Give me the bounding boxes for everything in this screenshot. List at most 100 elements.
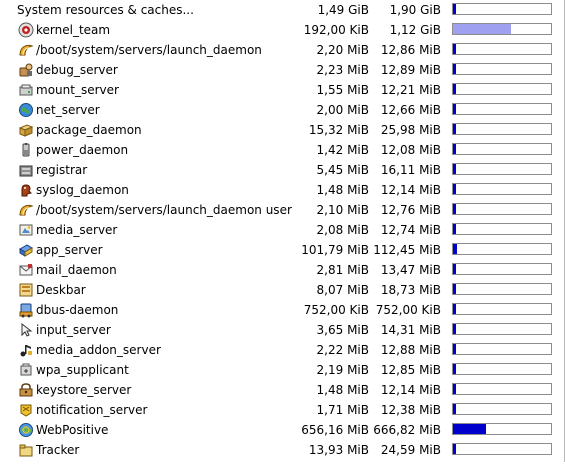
process-used-memory: 2,08 MiB xyxy=(316,223,369,237)
process-name: dbus-daemon xyxy=(36,303,119,317)
system-used-memory: 1,49 GiB xyxy=(317,3,369,17)
process-usage-bar xyxy=(452,83,552,95)
process-total-memory: 12,38 MiB xyxy=(380,403,441,417)
process-usage-bar-fill xyxy=(453,84,456,94)
process-usage-bar xyxy=(452,243,552,255)
process-usage-bar-fill xyxy=(453,284,456,294)
process-total-memory: 12,08 MiB xyxy=(380,143,441,157)
process-row[interactable]: registrar 5,45 MiB 16,11 MiB xyxy=(0,160,562,180)
process-used-memory: 1,71 MiB xyxy=(316,403,369,417)
process-name: registrar xyxy=(36,163,88,177)
process-total-memory: 18,73 MiB xyxy=(380,283,441,297)
process-name: /boot/system/servers/launch_daemon user xyxy=(36,203,292,217)
process-row[interactable]: mount_server 1,55 MiB 12,21 MiB xyxy=(0,80,562,100)
process-usage-bar-fill xyxy=(453,164,456,174)
app-server-icon xyxy=(18,242,34,258)
process-used-memory: 2,00 MiB xyxy=(316,103,369,117)
process-usage-bar xyxy=(452,163,552,175)
package-daemon-icon xyxy=(18,122,34,138)
registrar-icon xyxy=(18,162,34,178)
process-row[interactable]: package_daemon 15,32 MiB 25,98 MiB xyxy=(0,120,562,140)
notification-server-icon xyxy=(18,402,34,418)
process-total-memory: 24,59 MiB xyxy=(380,443,441,457)
process-row[interactable]: Tracker 13,93 MiB 24,59 MiB xyxy=(0,440,562,460)
wpa-supplicant-icon xyxy=(18,362,34,378)
process-usage-bar xyxy=(452,403,552,415)
process-usage-bar-fill xyxy=(453,444,456,454)
system-usage-bar-fill xyxy=(453,4,456,14)
process-used-memory: 101,79 MiB xyxy=(301,243,369,257)
kernel-icon xyxy=(18,22,34,38)
process-row[interactable]: media_server 2,08 MiB 12,74 MiB xyxy=(0,220,562,240)
process-used-memory: 2,23 MiB xyxy=(316,63,369,77)
process-row[interactable]: /boot/system/servers/launch_daemon user 2… xyxy=(0,200,562,220)
process-name: debug_server xyxy=(36,63,118,77)
process-name: media_server xyxy=(36,223,118,237)
system-resources-row[interactable]: System resources & caches... 1,49 GiB 1,… xyxy=(0,0,562,20)
webpositive-icon xyxy=(18,422,34,438)
process-row[interactable]: mail_daemon 2,81 MiB 13,47 MiB xyxy=(0,260,562,280)
process-usage-bar-fill xyxy=(453,144,456,154)
process-total-memory: 1,12 GiB xyxy=(389,23,441,37)
system-resources-label: System resources & caches... xyxy=(17,3,194,17)
process-usage-bar-fill xyxy=(453,404,456,414)
process-usage-bar-fill xyxy=(453,384,456,394)
process-row[interactable]: net_server 2,00 MiB 12,66 MiB xyxy=(0,100,562,120)
process-total-memory: 13,47 MiB xyxy=(380,263,441,277)
process-row[interactable]: media_addon_server 2,22 MiB 12,88 MiB xyxy=(0,340,562,360)
process-usage-bar xyxy=(452,223,552,235)
process-usage-bar xyxy=(452,423,552,435)
process-row[interactable]: kernel_team 192,00 KiB 1,12 GiB xyxy=(0,20,562,40)
launch-daemon-user-icon xyxy=(18,202,34,218)
process-total-memory: 12,21 MiB xyxy=(380,83,441,97)
system-total-memory: 1,90 GiB xyxy=(389,3,441,17)
process-row[interactable]: debug_server 2,23 MiB 12,89 MiB xyxy=(0,60,562,80)
process-used-memory: 2,19 MiB xyxy=(316,363,369,377)
process-name: Tracker xyxy=(36,443,80,457)
process-usage-bar xyxy=(452,323,552,335)
process-used-memory: 5,45 MiB xyxy=(316,163,369,177)
process-row[interactable]: notification_server 1,71 MiB 12,38 MiB xyxy=(0,400,562,420)
process-usage-bar xyxy=(452,123,552,135)
process-row[interactable]: input_server 3,65 MiB 14,31 MiB xyxy=(0,320,562,340)
process-used-memory: 2,10 MiB xyxy=(316,203,369,217)
process-total-memory: 12,88 MiB xyxy=(380,343,441,357)
process-usage-bar xyxy=(452,443,552,455)
process-row[interactable]: app_server 101,79 MiB 112,45 MiB xyxy=(0,240,562,260)
process-row[interactable]: power_daemon 1,42 MiB 12,08 MiB xyxy=(0,140,562,160)
process-usage-bar-fill xyxy=(453,184,456,194)
syslog-daemon-icon xyxy=(18,182,34,198)
process-used-memory: 2,20 MiB xyxy=(316,43,369,57)
debug-server-icon xyxy=(18,62,34,78)
process-total-memory: 12,85 MiB xyxy=(380,363,441,377)
process-row[interactable]: WebPositive 656,16 MiB 666,82 MiB xyxy=(0,420,562,440)
process-total-memory: 25,98 MiB xyxy=(380,123,441,137)
process-used-memory: 192,00 KiB xyxy=(303,23,369,37)
process-row[interactable]: wpa_supplicant 2,19 MiB 12,85 MiB xyxy=(0,360,562,380)
process-row[interactable]: dbus-daemon 752,00 KiB 752,00 KiB xyxy=(0,300,562,320)
process-usage-bar xyxy=(452,363,552,375)
process-usage-bar xyxy=(452,383,552,395)
process-total-memory: 752,00 KiB xyxy=(375,303,441,317)
process-name: mail_daemon xyxy=(36,263,117,277)
process-name: kernel_team xyxy=(36,23,111,37)
process-usage-bar xyxy=(452,343,552,355)
system-usage-bar xyxy=(452,3,552,15)
process-row[interactable]: /boot/system/servers/launch_daemon 2,20 M… xyxy=(0,40,562,60)
mail-daemon-icon xyxy=(18,262,34,278)
process-row[interactable]: Deskbar 8,07 MiB 18,73 MiB xyxy=(0,280,562,300)
process-total-memory: 16,11 MiB xyxy=(380,163,441,177)
process-row[interactable]: syslog_daemon 1,48 MiB 12,14 MiB xyxy=(0,180,562,200)
net-server-icon xyxy=(18,102,34,118)
process-total-memory: 12,66 MiB xyxy=(380,103,441,117)
process-usage-bar-fill xyxy=(453,344,456,354)
process-row[interactable]: keystore_server 1,48 MiB 12,14 MiB xyxy=(0,380,562,400)
process-used-memory: 8,07 MiB xyxy=(316,283,369,297)
process-usage-bar-fill xyxy=(453,304,456,314)
process-name: net_server xyxy=(36,103,100,117)
process-usage-bar-fill xyxy=(453,104,456,114)
process-used-memory: 3,65 MiB xyxy=(316,323,369,337)
process-usage-bar-fill xyxy=(453,44,456,54)
process-name: power_daemon xyxy=(36,143,129,157)
mount-server-icon xyxy=(18,82,34,98)
